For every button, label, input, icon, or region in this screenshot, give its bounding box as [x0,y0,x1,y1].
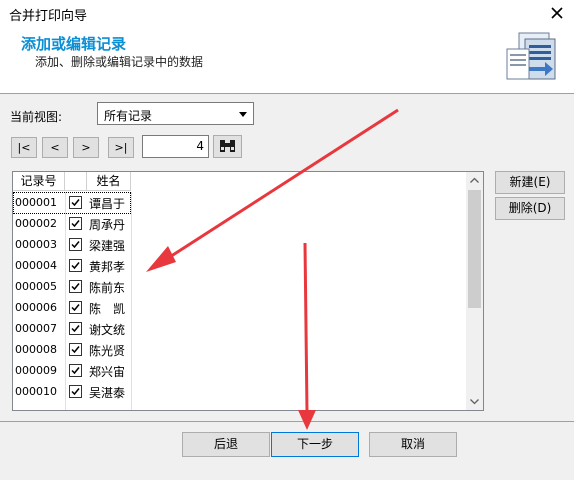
check-icon [71,220,80,228]
back-button[interactable]: 后退 [182,432,270,457]
table-row[interactable]: 000004 黄邦孝 [13,255,467,276]
record-id: 000005 [15,280,57,293]
table-row[interactable]: 000003 梁建强 [13,234,467,255]
record-id: 000004 [15,259,57,272]
record-name: 谢文统 [89,323,126,337]
records-table[interactable]: 记录号 姓名 000001 谭昌于 000002 周承丹 000003 梁建强 … [12,171,484,411]
record-id: 000003 [15,238,57,251]
last-record-button[interactable]: >| [108,137,134,158]
record-id: 000006 [15,301,57,314]
record-name: 陈 凯 [89,302,126,316]
record-id: 000009 [15,364,57,377]
check-icon [71,346,80,354]
wizard-header: 添加或编辑记录 添加、删除或编辑记录中的数据 [0,27,574,94]
scrollbar-thumb[interactable] [468,190,481,308]
view-label: 当前视图: [10,110,63,124]
row-checkbox[interactable] [69,238,82,251]
row-checkbox[interactable] [69,259,82,272]
record-name: 黄邦孝 [89,260,126,274]
check-icon [71,262,80,270]
window-title: 合并打印向导 [9,9,88,24]
records-document-icon [506,32,556,80]
delete-record-button[interactable]: 删除(D) [495,197,565,220]
check-icon [71,367,80,375]
table-row[interactable]: 000008 陈光贤 [13,339,467,360]
record-name: 陈前东 [89,281,126,295]
column-header-name[interactable]: 姓名 [87,172,131,191]
record-number-input[interactable]: 4 [142,135,209,158]
record-name: 吴湛泰 [89,386,126,400]
close-icon[interactable] [546,2,568,24]
table-row[interactable]: 000005 陈前东 [13,276,467,297]
new-record-button[interactable]: 新建(E) [495,171,565,194]
view-select-value: 所有记录 [104,109,153,123]
check-icon [71,304,80,312]
row-checkbox[interactable] [69,322,82,335]
chevron-down-icon [239,112,247,117]
column-header-checkbox[interactable] [65,172,87,191]
record-id: 000002 [15,217,57,230]
next-record-button[interactable]: > [73,137,99,158]
title-bar: 合并打印向导 [0,0,574,28]
binoculars-icon [220,140,235,152]
check-icon [71,283,80,291]
focus-outline [13,192,131,214]
check-icon [71,325,80,333]
record-name: 梁建强 [89,239,126,253]
row-checkbox[interactable] [69,343,82,356]
check-icon [71,388,80,396]
footer-divider [0,421,574,422]
page-subtitle: 添加、删除或编辑记录中的数据 [35,55,204,69]
row-checkbox[interactable] [69,385,82,398]
table-row[interactable]: 000009 郑兴宙 [13,360,467,381]
first-record-button[interactable]: |< [11,137,37,158]
record-name: 陈光贤 [89,344,126,358]
cancel-button[interactable]: 取消 [369,432,457,457]
column-header-record-id[interactable]: 记录号 [13,172,65,191]
row-checkbox[interactable] [69,217,82,230]
table-row[interactable]: 000002 周承丹 [13,213,467,234]
table-header: 记录号 姓名 [13,172,483,192]
find-button[interactable] [213,135,242,158]
table-row[interactable]: 000007 谢文统 [13,318,467,339]
record-name: 郑兴宙 [89,365,126,379]
row-checkbox[interactable] [69,280,82,293]
prev-record-button[interactable]: < [42,137,68,158]
table-row[interactable]: 000006 陈 凯 [13,297,467,318]
page-title: 添加或编辑记录 [21,35,127,53]
row-checkbox[interactable] [69,364,82,377]
row-checkbox[interactable] [69,301,82,314]
view-select[interactable]: 所有记录 [97,102,254,125]
next-button[interactable]: 下一步 [271,432,359,457]
record-id: 000008 [15,343,57,356]
record-name: 周承丹 [89,218,126,232]
table-row[interactable]: 000010 吴湛泰 [13,381,467,402]
record-id: 000007 [15,322,57,335]
check-icon [71,241,80,249]
vertical-scrollbar[interactable] [466,172,483,410]
scroll-down-icon[interactable] [466,393,483,410]
scroll-up-icon[interactable] [466,172,483,189]
record-id: 000010 [15,385,57,398]
